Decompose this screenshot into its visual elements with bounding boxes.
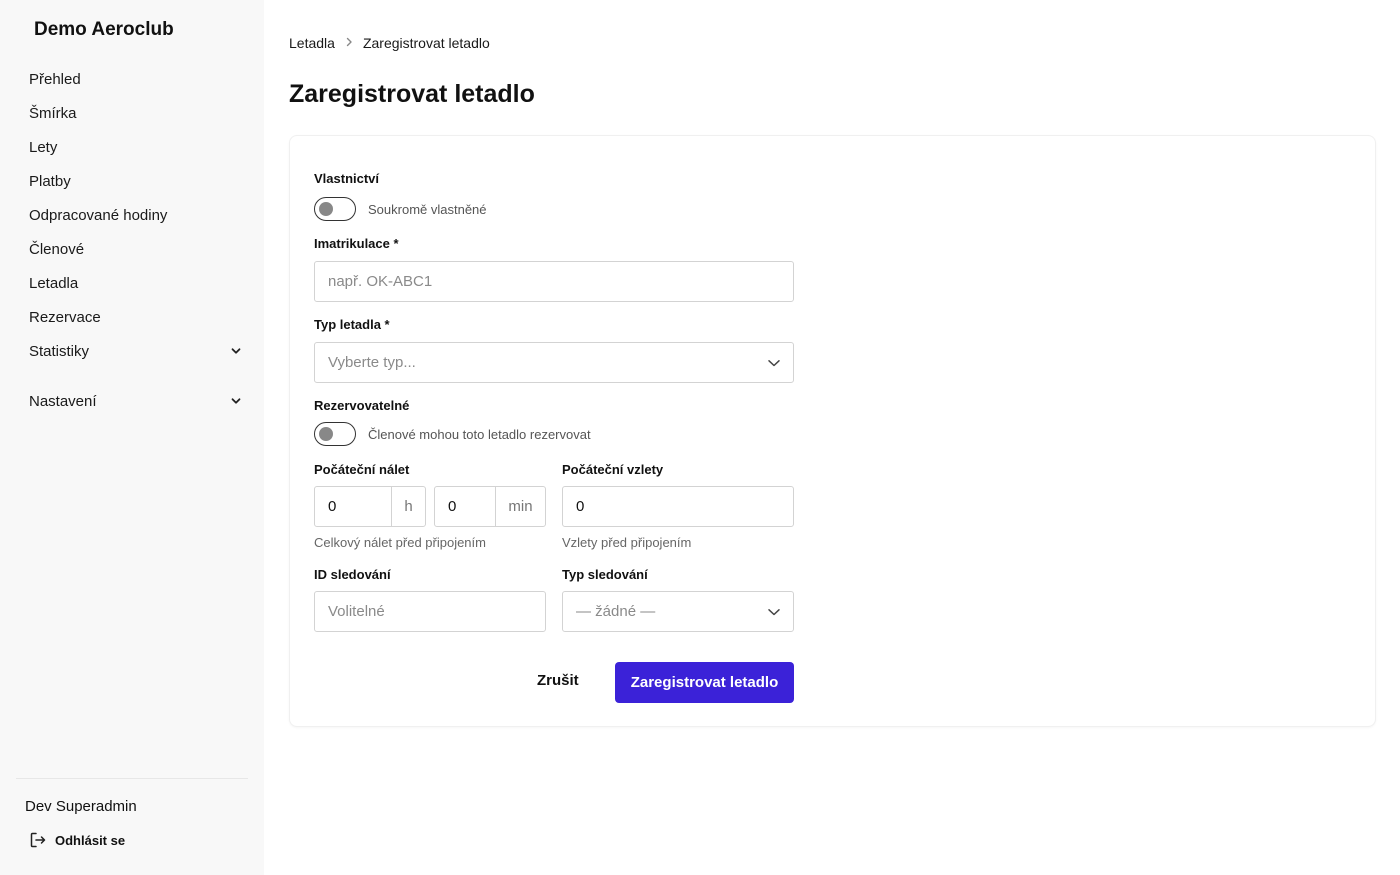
tracking-type-value: — žádné —	[576, 603, 656, 620]
ownership-toggle-text: Soukromě vlastněné	[368, 202, 487, 217]
sidebar-item-smirka[interactable]: Šmírka	[29, 96, 241, 130]
chevron-down-icon	[768, 359, 780, 366]
sidebar-item-nastaveni[interactable]: Nastavení	[29, 384, 241, 418]
sidebar-item-rezervace[interactable]: Rezervace	[29, 300, 241, 334]
ownership-label: Vlastnictví	[314, 171, 380, 186]
initial-hours-value: 0	[328, 498, 337, 515]
sidebar-item-label: Nastavení	[29, 392, 97, 410]
ownership-toggle[interactable]	[314, 197, 356, 221]
sidebar-item-label: Přehled	[29, 70, 81, 88]
sidebar-nav: Přehled Šmírka Lety Platby Odpracované h…	[29, 62, 241, 418]
cancel-button[interactable]: Zrušit	[537, 672, 579, 689]
chevron-down-icon	[768, 608, 780, 615]
initial-takeoffs-value: 0	[576, 498, 585, 515]
current-user-name: Dev Superadmin	[25, 798, 137, 815]
sidebar-item-letadla[interactable]: Letadla	[29, 266, 241, 300]
sidebar-item-statistiky[interactable]: Statistiky	[29, 334, 241, 368]
sidebar-item-odpracovane-hodiny[interactable]: Odpracované hodiny	[29, 198, 241, 232]
sidebar-item-label: Rezervace	[29, 308, 101, 326]
tracking-type-select[interactable]: — žádné —	[562, 591, 794, 632]
initial-takeoffs-field[interactable]: 0	[562, 486, 794, 527]
chevron-right-icon	[345, 36, 353, 50]
hours-unit: h	[391, 487, 425, 526]
aircraft-type-value: Vyberte typ...	[328, 354, 416, 371]
reservable-label: Rezervovatelné	[314, 398, 410, 413]
breadcrumb: Letadla Zaregistrovat letadlo	[289, 35, 490, 51]
tracking-id-label: ID sledování	[314, 567, 391, 582]
reservable-toggle-text: Členové mohou toto letadlo rezervovat	[368, 427, 591, 442]
sidebar-divider	[16, 778, 248, 779]
sidebar-item-label: Šmírka	[29, 104, 77, 122]
logout-icon	[30, 832, 46, 848]
initial-takeoffs-help: Vzlety před připojením	[562, 535, 692, 550]
sidebar-item-clenove[interactable]: Členové	[29, 232, 241, 266]
toggle-knob	[319, 427, 333, 441]
sidebar-item-label: Odpracované hodiny	[29, 206, 168, 224]
breadcrumb-parent-link[interactable]: Letadla	[289, 35, 335, 51]
initial-hours-help: Celkový nálet před připojením	[314, 535, 486, 550]
tracking-id-input[interactable]	[314, 591, 546, 632]
chevron-down-icon	[231, 348, 241, 354]
sidebar-item-label: Lety	[29, 138, 58, 156]
sidebar-item-label: Členové	[29, 240, 85, 258]
initial-minutes-field[interactable]: 0 min	[434, 486, 546, 527]
aircraft-type-select[interactable]: Vyberte typ...	[314, 342, 794, 383]
logout-button[interactable]: Odhlásit se	[29, 831, 125, 849]
breadcrumb-current: Zaregistrovat letadlo	[362, 35, 490, 51]
registration-input[interactable]	[314, 261, 794, 302]
initial-minutes-value: 0	[448, 498, 457, 515]
initial-hours-field[interactable]: 0 h	[314, 486, 426, 527]
register-aircraft-button[interactable]: Zaregistrovat letadlo	[615, 662, 794, 703]
sidebar-item-prehled[interactable]: Přehled	[29, 62, 241, 96]
form-card: Vlastnictví Soukromě vlastněné Imatrikul…	[289, 135, 1376, 727]
sidebar-item-lety[interactable]: Lety	[29, 130, 241, 164]
sidebar-item-label: Letadla	[29, 274, 79, 292]
logout-label: Odhlásit se	[55, 832, 126, 848]
reservable-toggle[interactable]	[314, 422, 356, 446]
toggle-knob	[319, 202, 333, 216]
sidebar: Demo Aeroclub Přehled Šmírka Lety Platby…	[0, 0, 264, 875]
initial-takeoffs-label: Počáteční vzlety	[562, 462, 664, 477]
aircraft-type-label: Typ letadla *	[314, 317, 390, 332]
initial-hours-label: Počáteční nálet	[314, 462, 410, 477]
sidebar-item-platby[interactable]: Platby	[29, 164, 241, 198]
minutes-unit: min	[495, 487, 545, 526]
brand-title: Demo Aeroclub	[34, 19, 174, 40]
chevron-down-icon	[231, 398, 241, 404]
registration-label: Imatrikulace *	[314, 236, 399, 251]
tracking-type-label: Typ sledování	[562, 567, 648, 582]
sidebar-item-label: Platby	[29, 172, 71, 190]
sidebar-item-label: Statistiky	[29, 342, 90, 360]
page-title: Zaregistrovat letadlo	[289, 80, 535, 108]
